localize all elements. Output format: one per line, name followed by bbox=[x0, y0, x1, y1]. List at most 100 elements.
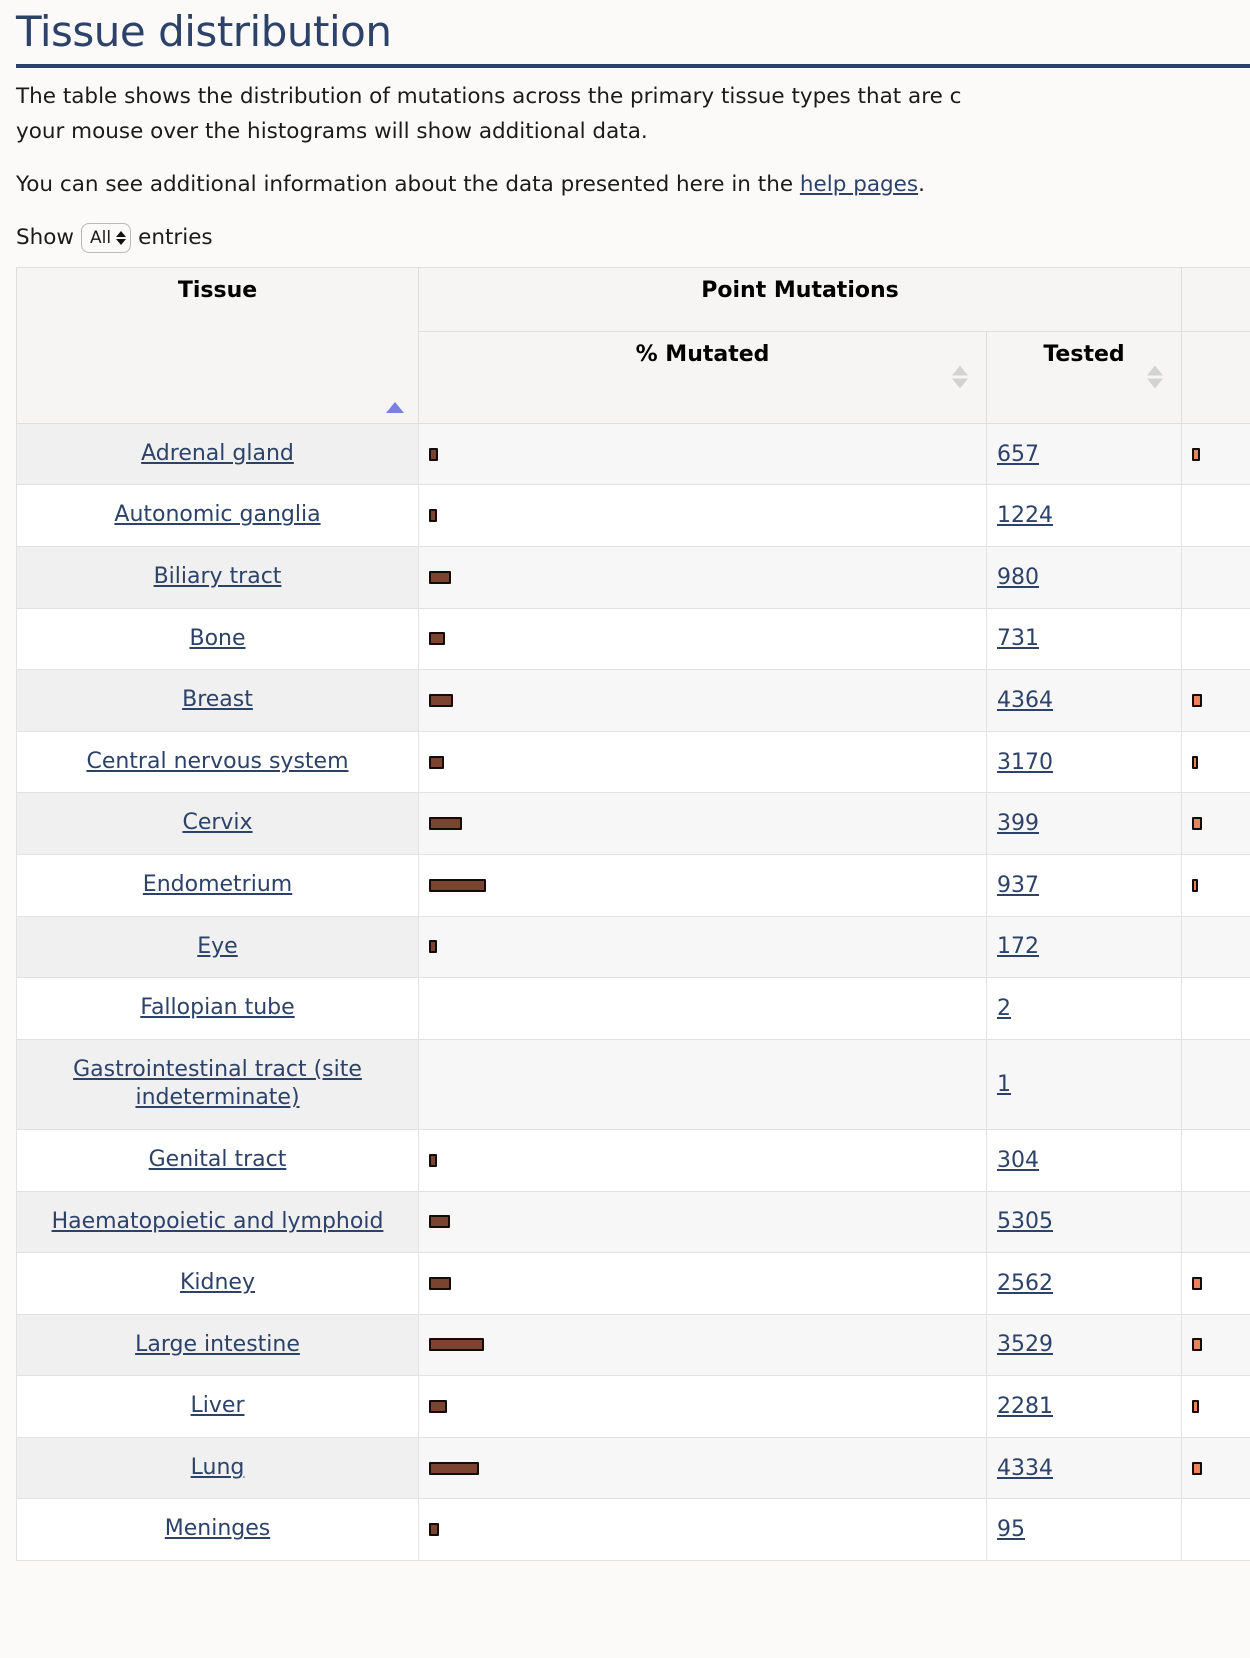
tested-count-link[interactable]: 2 bbox=[997, 996, 1011, 1021]
column-header-next-1[interactable] bbox=[1181, 330, 1250, 424]
tissue-link[interactable]: Breast bbox=[182, 687, 253, 712]
cell-pct-mutated-histogram[interactable] bbox=[418, 1498, 987, 1562]
cell-pct-mutated-histogram[interactable] bbox=[418, 730, 987, 794]
cell-pct-mutated-histogram[interactable] bbox=[418, 1436, 987, 1500]
table-scroll-container[interactable]: Tissue Point Mutations % Mutated Tested bbox=[16, 266, 1250, 1562]
tissue-link[interactable]: Biliary tract bbox=[154, 564, 282, 589]
histogram-bar-cnv[interactable] bbox=[1192, 1400, 1199, 1414]
tissue-link[interactable]: Gastrointestinal tract (site indetermina… bbox=[73, 1057, 362, 1111]
tissue-link[interactable]: Kidney bbox=[180, 1270, 255, 1295]
tested-count-link[interactable]: 1 bbox=[997, 1072, 1011, 1097]
cell-next-histogram[interactable] bbox=[1181, 1128, 1250, 1192]
histogram-bar-cnv[interactable] bbox=[1192, 755, 1198, 769]
cell-pct-mutated-histogram[interactable] bbox=[418, 669, 987, 732]
column-header-tissue[interactable]: Tissue bbox=[16, 266, 419, 424]
cell-next-histogram[interactable] bbox=[1181, 1313, 1250, 1377]
cell-next-histogram[interactable] bbox=[1181, 1190, 1250, 1254]
cell-next-histogram[interactable] bbox=[1181, 484, 1250, 547]
help-pages-link[interactable]: help pages bbox=[800, 172, 918, 197]
histogram-bar-point-mutation[interactable] bbox=[429, 632, 445, 646]
cell-next-histogram[interactable] bbox=[1181, 422, 1250, 486]
histogram-bar-cnv[interactable] bbox=[1192, 1276, 1202, 1290]
tested-count-link[interactable]: 1224 bbox=[997, 503, 1053, 528]
column-header-pct-mutated[interactable]: % Mutated bbox=[418, 330, 987, 424]
cell-pct-mutated-histogram[interactable] bbox=[418, 545, 987, 609]
histogram-bar-point-mutation[interactable] bbox=[429, 1400, 447, 1414]
cell-next-histogram[interactable] bbox=[1181, 977, 1250, 1040]
cell-next-histogram[interactable] bbox=[1181, 1498, 1250, 1562]
entries-select[interactable]: All bbox=[81, 222, 132, 253]
tissue-link[interactable]: Eye bbox=[197, 934, 237, 959]
tissue-link[interactable]: Adrenal gland bbox=[141, 441, 294, 466]
cell-next-histogram[interactable] bbox=[1181, 1038, 1250, 1130]
tested-count-link[interactable]: 4364 bbox=[997, 688, 1053, 713]
cell-next-histogram[interactable] bbox=[1181, 1375, 1250, 1438]
cell-pct-mutated-histogram[interactable] bbox=[418, 977, 987, 1040]
cell-next-histogram[interactable] bbox=[1181, 792, 1250, 855]
histogram-bar-point-mutation[interactable] bbox=[429, 1461, 479, 1475]
histogram-bar-point-mutation[interactable] bbox=[429, 570, 451, 584]
cell-next-histogram[interactable] bbox=[1181, 545, 1250, 609]
cell-pct-mutated-histogram[interactable] bbox=[418, 1252, 987, 1315]
tissue-link[interactable]: Lung bbox=[191, 1455, 245, 1480]
histogram-bar-cnv[interactable] bbox=[1192, 1461, 1202, 1475]
histogram-bar-point-mutation[interactable] bbox=[429, 878, 486, 892]
cell-pct-mutated-histogram[interactable] bbox=[418, 1128, 987, 1192]
cell-next-histogram[interactable] bbox=[1181, 607, 1250, 671]
tested-count-link[interactable]: 4334 bbox=[997, 1456, 1053, 1481]
tissue-link[interactable]: Central nervous system bbox=[86, 749, 348, 774]
tested-count-link[interactable]: 2281 bbox=[997, 1394, 1053, 1419]
tested-count-link[interactable]: 2562 bbox=[997, 1271, 1053, 1296]
cell-pct-mutated-histogram[interactable] bbox=[418, 422, 987, 486]
tested-count-link[interactable]: 95 bbox=[997, 1517, 1025, 1542]
histogram-bar-point-mutation[interactable] bbox=[429, 1153, 437, 1167]
cell-pct-mutated-histogram[interactable] bbox=[418, 1375, 987, 1438]
cell-next-histogram[interactable] bbox=[1181, 915, 1250, 979]
cell-pct-mutated-histogram[interactable] bbox=[418, 853, 987, 917]
tissue-link[interactable]: Endometrium bbox=[143, 872, 292, 897]
tissue-link[interactable]: Fallopian tube bbox=[140, 995, 294, 1020]
histogram-bar-point-mutation[interactable] bbox=[429, 1523, 439, 1537]
tested-count-link[interactable]: 5305 bbox=[997, 1209, 1053, 1234]
tissue-link[interactable]: Haematopoietic and lymphoid bbox=[52, 1209, 384, 1234]
tested-count-link[interactable]: 399 bbox=[997, 811, 1039, 836]
tested-count-link[interactable]: 3529 bbox=[997, 1332, 1053, 1357]
tested-count-link[interactable]: 304 bbox=[997, 1148, 1039, 1173]
histogram-bar-point-mutation[interactable] bbox=[429, 1276, 451, 1290]
cell-pct-mutated-histogram[interactable] bbox=[418, 484, 987, 547]
histogram-bar-point-mutation[interactable] bbox=[429, 755, 444, 769]
tested-count-link[interactable]: 172 bbox=[997, 934, 1039, 959]
cell-next-histogram[interactable] bbox=[1181, 853, 1250, 917]
histogram-bar-point-mutation[interactable] bbox=[429, 1215, 450, 1229]
cell-next-histogram[interactable] bbox=[1181, 669, 1250, 732]
tissue-link[interactable]: Liver bbox=[191, 1393, 245, 1418]
tested-count-link[interactable]: 731 bbox=[997, 626, 1039, 651]
histogram-bar-point-mutation[interactable] bbox=[429, 509, 437, 523]
histogram-bar-point-mutation[interactable] bbox=[429, 940, 437, 954]
tested-count-link[interactable]: 657 bbox=[997, 442, 1039, 467]
tissue-link[interactable]: Cervix bbox=[182, 810, 252, 835]
cell-next-histogram[interactable] bbox=[1181, 1436, 1250, 1500]
histogram-bar-point-mutation[interactable] bbox=[429, 447, 438, 461]
histogram-bar-cnv[interactable] bbox=[1192, 693, 1202, 707]
histogram-bar-cnv[interactable] bbox=[1192, 447, 1200, 461]
cell-pct-mutated-histogram[interactable] bbox=[418, 1190, 987, 1254]
histogram-bar-cnv[interactable] bbox=[1192, 817, 1202, 831]
tissue-link[interactable]: Large intestine bbox=[135, 1332, 300, 1357]
histogram-bar-point-mutation[interactable] bbox=[429, 817, 462, 831]
histogram-bar-point-mutation[interactable] bbox=[429, 693, 453, 707]
tested-count-link[interactable]: 937 bbox=[997, 873, 1039, 898]
cell-pct-mutated-histogram[interactable] bbox=[418, 1038, 987, 1130]
histogram-bar-cnv[interactable] bbox=[1192, 878, 1198, 892]
tested-count-link[interactable]: 980 bbox=[997, 565, 1039, 590]
cell-pct-mutated-histogram[interactable] bbox=[418, 792, 987, 855]
tissue-link[interactable]: Bone bbox=[189, 626, 245, 651]
cell-next-histogram[interactable] bbox=[1181, 1252, 1250, 1315]
tissue-link[interactable]: Genital tract bbox=[149, 1147, 287, 1172]
tissue-link[interactable]: Meninges bbox=[165, 1516, 270, 1541]
cell-pct-mutated-histogram[interactable] bbox=[418, 607, 987, 671]
histogram-bar-point-mutation[interactable] bbox=[429, 1338, 484, 1352]
cell-pct-mutated-histogram[interactable] bbox=[418, 1313, 987, 1377]
cell-next-histogram[interactable] bbox=[1181, 730, 1250, 794]
tested-count-link[interactable]: 3170 bbox=[997, 750, 1053, 775]
